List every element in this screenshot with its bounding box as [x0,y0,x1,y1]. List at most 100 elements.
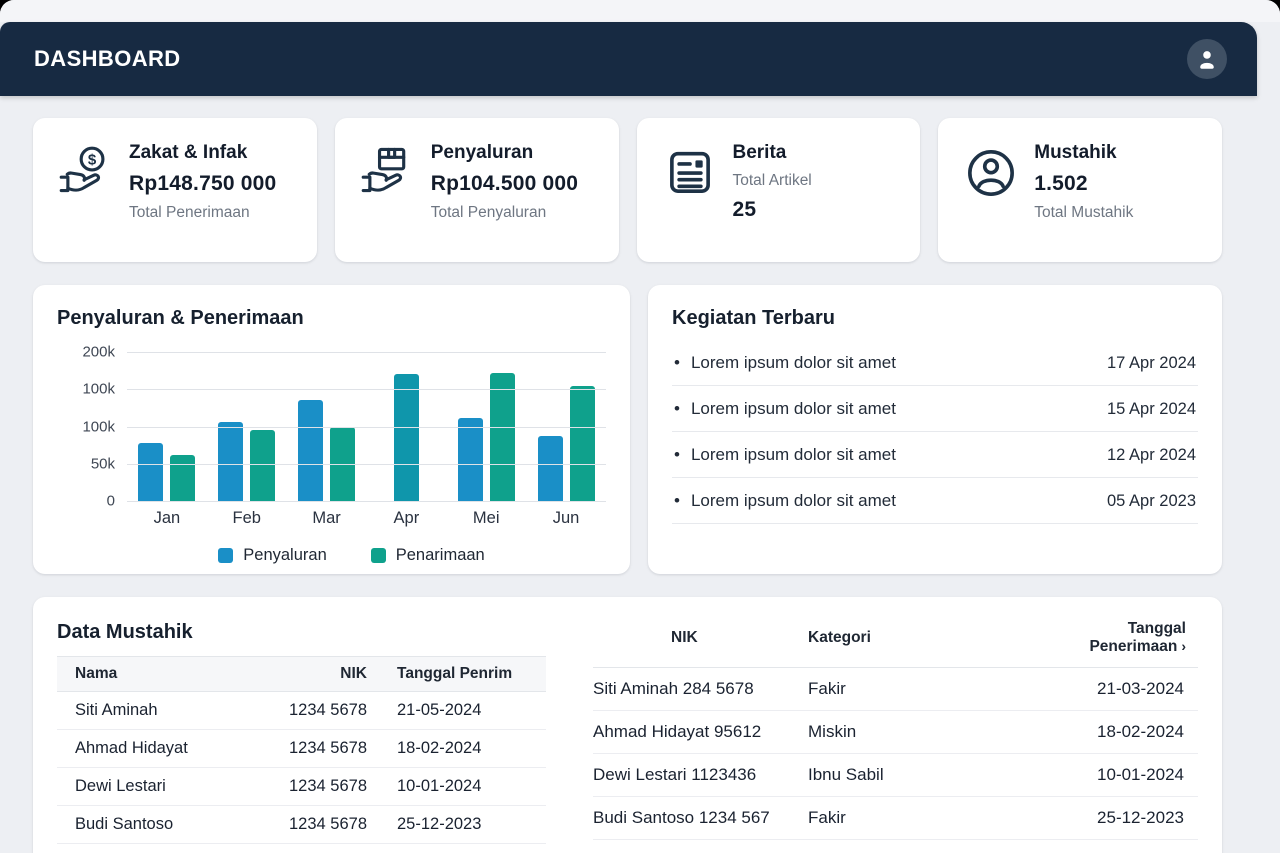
activity-text: Lorem ipsum dolor sit amet [691,491,896,511]
bullet-icon: • [674,445,680,465]
stat-subtitle: Total Penyaluran [431,204,578,222]
data-mustahik-left: Data Mustahik Nama NIK Tanggal Penrim Si… [57,611,546,853]
cell-nik: 1234 5678 [247,806,367,844]
y-tick-label: 100k [82,418,115,435]
gridline [127,501,606,502]
bar-penyaluran-jun [538,436,563,501]
table-header-row: Nama NIK Tanggal Penrim [57,657,546,692]
bar-penarimaan-feb [250,430,275,501]
x-tick-label: Mar [287,509,367,528]
table-row: Ahmad Hidayat 1234 5678 18-02-2024 [57,730,546,768]
app-window: DASHBOARD $ [0,0,1280,853]
cell-nik: 1234 5678 [247,844,367,853]
cell-nik: 1234 5678 [247,768,367,806]
stat-subtitle: Total Mustahik [1034,204,1133,222]
y-tick-label: 100k [82,381,115,398]
stat-value: Rp104.500 000 [431,172,578,196]
bar-penyaluran-mar [298,400,323,501]
newspaper-icon [661,144,719,202]
stat-title: Mustahik [1034,142,1133,164]
stat-card-mustahik: Mustahik 1.502 Total Mustahik [938,118,1222,262]
cell-nik: Budi Santoso 1234 567 [593,797,808,840]
cell-tanggal: 18-02-2024 [367,730,546,768]
stat-title: Penyaluran [431,142,578,164]
chevron-right-icon: › [1181,638,1186,654]
chart-plot [127,352,606,501]
cell-kategori: Ibnu Sabil [808,840,1038,853]
mustahik-summary-table: Nama NIK Tanggal Penrim Siti Aminah 1234… [57,656,546,853]
user-avatar-button[interactable] [1187,39,1227,79]
x-tick-label: Apr [366,509,446,528]
activity-text: Lorem ipsum dolor sit amet [691,445,896,465]
list-item: •Lorem ipsum dolor sit amet 05 Apr 2023 [672,478,1198,524]
stat-title: Zakat & Infak [129,142,276,164]
box-hand-icon [359,144,417,202]
table-header-row: NIK Kategori Tanggal Penerimaan› [593,611,1198,668]
cell-nama: Lina Rahmawati [57,844,247,853]
stat-card-berita: Berita Total Artikel 25 [637,118,921,262]
app-header: DASHBOARD [0,22,1257,96]
legend-label: Penyaluran [243,546,326,565]
stat-title: Berita [733,142,812,164]
bullet-icon: • [674,399,680,419]
activity-date: 12 Apr 2024 [1107,446,1196,465]
table-row: Dewi Lestari 1123436 Ibnu Sabil 10-01-20… [593,754,1198,797]
gridline [127,427,606,428]
activities-card: Kegiatan Terbaru • Lorem ipsum dolor sit … [648,285,1222,574]
gridline [127,464,606,465]
stat-value: 25 [733,198,812,222]
cell-tanggal: 25-12-2023 [367,806,546,844]
main-content: $ Zakat & Infak Rp148.750 000 Total Pene… [0,96,1255,853]
table-row: Ahmad Hidayat 95612 Miskin 18-02-2024 [593,711,1198,754]
stat-value: Rp148.750 000 [129,172,276,196]
cell-kategori: Ibnu Sabil [808,754,1038,797]
bar-penarimaan-jan [170,455,195,501]
x-tick-label: Jan [127,509,207,528]
activity-text: Lorem ipsum dolor sit amet [691,399,896,419]
activity-text: Lorem ipsum dolor sit amet [691,353,896,373]
column-header-tanggal-penerimaan-sort[interactable]: Tanggal Penerimaan› [1038,611,1198,668]
legend-swatch [371,548,386,563]
page-title: DASHBOARD [34,46,181,72]
list-item: • Lorem ipsum dolor sit amet 15 Apr 2024 [672,386,1198,432]
data-mustahik-card: Data Mustahik Nama NIK Tanggal Penrim Si… [33,597,1222,853]
table-row: Siti Aminah 1234 5678 21-05-2024 [57,692,546,730]
cell-nik: Siti Aminah 284 5678 [593,668,808,711]
chart-title: Penyaluran & Penerimaan [57,307,606,330]
cell-tanggal: 21-05-2024 [367,692,546,730]
legend-swatch [218,548,233,563]
cell-nik: 1234 5678 [247,730,367,768]
cell-tanggal: 21-03-2024 [1038,668,1198,711]
y-tick-label: 0 [107,493,115,510]
activity-date: 17 Apr 2024 [1107,354,1196,373]
table-row: Budi Santoso 1234 5678 25-12-2023 [57,806,546,844]
column-header-tanggal: Tanggal Penrim [367,657,546,692]
bullet-icon: • [674,491,680,511]
column-header-nik: NIK [593,611,808,668]
browser-top-strip [0,0,1280,22]
bullet-icon: • [674,353,680,373]
cell-nik: Dewi Lestari 1123436 [593,754,808,797]
cell-tanggal: 11-09-2023 [1038,840,1198,853]
cell-tanggal: 10-01-2024 [1038,754,1198,797]
x-tick-label: Jun [526,509,606,528]
gridline [127,352,606,353]
bar-penyaluran-feb [218,422,243,501]
chart-x-axis: JanFebMarAprMeiJun [127,509,606,528]
bar-penarimaan-apr [394,374,419,501]
table-row: Siti Aminah 284 5678 Fakir 21-03-2024 [593,668,1198,711]
table-row: Budi Santoso 1234 567 Fakir 25-12-2023 [593,797,1198,840]
activities-title: Kegiatan Terbaru [672,307,1198,330]
legend-label: Penarimaan [396,546,485,565]
x-tick-label: Feb [207,509,287,528]
cell-nama: Ahmad Hidayat [57,730,247,768]
cell-tanggal: 10-01-2024 [367,768,546,806]
cell-nama: Siti Aminah [57,692,247,730]
list-item: • Lorem ipsum dolor sit amet 12 Apr 2024 [672,432,1198,478]
cell-tanggal: 18-02-2024 [1038,711,1198,754]
cell-kategori: Fakir [808,668,1038,711]
column-header-nama: Nama [57,657,247,692]
cell-nik: Ahmad Hidayat 95612 [593,711,808,754]
activity-date: 15 Apr 2024 [1107,400,1196,419]
x-tick-label: Mei [446,509,526,528]
